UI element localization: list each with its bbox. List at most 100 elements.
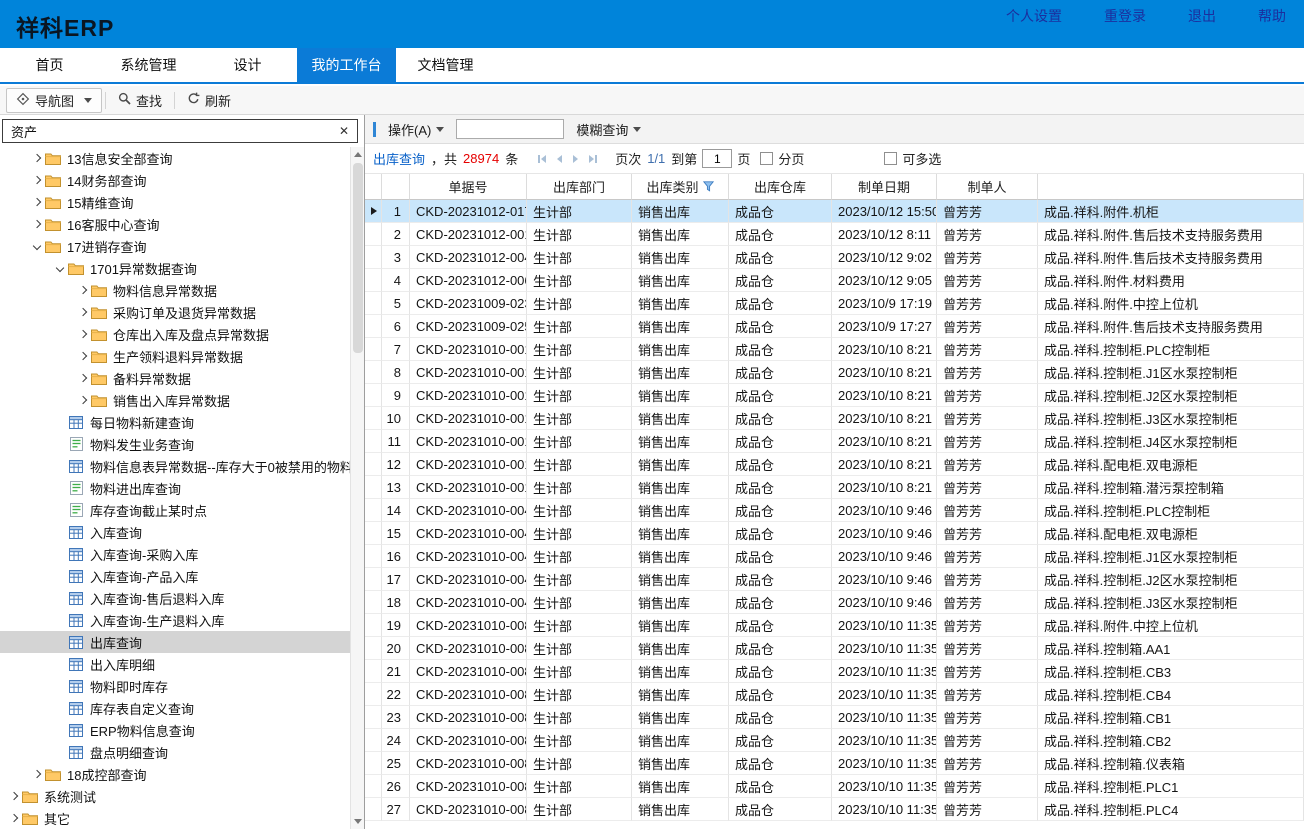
tree-item[interactable]: 盘点明细查询 xyxy=(0,741,350,763)
col-header-dept[interactable]: 出库部门 xyxy=(527,174,632,200)
table-row[interactable]: 21CKD-20231010-008生计部销售出库成品仓2023/10/10 1… xyxy=(365,660,1304,683)
tree-item[interactable]: ERP物料信息查询 xyxy=(0,719,350,741)
relogin-link[interactable]: 重登录 xyxy=(1104,6,1146,26)
tree-item[interactable]: 14财务部查询 xyxy=(0,169,350,191)
filter-icon[interactable] xyxy=(703,181,714,192)
table-row[interactable]: 1CKD-20231012-017生计部销售出库成品仓2023/10/12 15… xyxy=(365,200,1304,223)
tab-system-management[interactable]: 系统管理 xyxy=(99,48,198,82)
scrollbar-thumb[interactable] xyxy=(353,163,363,353)
tree-item[interactable]: 物料发生业务查询 xyxy=(0,433,350,455)
tree-item[interactable]: 出入库明细 xyxy=(0,653,350,675)
table-row[interactable]: 17CKD-20231010-004生计部销售出库成品仓2023/10/10 9… xyxy=(365,568,1304,591)
tree-item[interactable]: 入库查询 xyxy=(0,521,350,543)
personal-settings-link[interactable]: 个人设置 xyxy=(1006,6,1062,26)
find-button[interactable]: 查找 xyxy=(109,89,171,112)
sidebar-scrollbar[interactable] xyxy=(350,147,364,829)
first-page-button[interactable] xyxy=(538,155,546,163)
tree-item[interactable]: 入库查询-售后退料入库 xyxy=(0,587,350,609)
help-link[interactable]: 帮助 xyxy=(1258,6,1286,26)
chevron-right-icon[interactable] xyxy=(75,393,90,408)
table-row[interactable]: 14CKD-20231010-004生计部销售出库成品仓2023/10/10 9… xyxy=(365,499,1304,522)
chevron-right-icon[interactable] xyxy=(6,811,21,826)
clear-search-icon[interactable]: ✕ xyxy=(339,124,349,138)
chevron-right-icon[interactable] xyxy=(29,173,44,188)
chevron-down-icon[interactable] xyxy=(52,261,67,276)
tree-item[interactable]: 系统测试 xyxy=(0,785,350,807)
table-row[interactable]: 24CKD-20231010-008生计部销售出库成品仓2023/10/10 1… xyxy=(365,729,1304,752)
tree-item[interactable]: 仓库出入库及盘点异常数据 xyxy=(0,323,350,345)
table-row[interactable]: 19CKD-20231010-008生计部销售出库成品仓2023/10/10 1… xyxy=(365,614,1304,637)
tree-item[interactable]: 物料即时库存 xyxy=(0,675,350,697)
tab-my-workspace[interactable]: 我的工作台 xyxy=(297,48,396,82)
multiselect-checkbox[interactable] xyxy=(884,152,897,165)
table-row[interactable]: 22CKD-20231010-008生计部销售出库成品仓2023/10/10 1… xyxy=(365,683,1304,706)
refresh-button[interactable]: 刷新 xyxy=(178,89,240,112)
chevron-right-icon[interactable] xyxy=(29,195,44,210)
logout-link[interactable]: 退出 xyxy=(1188,6,1216,26)
paging-checkbox[interactable] xyxy=(760,152,773,165)
col-header-date[interactable]: 制单日期 xyxy=(832,174,937,200)
tree-item[interactable]: 13信息安全部查询 xyxy=(0,147,350,169)
table-row[interactable]: 2CKD-20231012-001生计部销售出库成品仓2023/10/12 8:… xyxy=(365,223,1304,246)
table-row[interactable]: 27CKD-20231010-008生计部销售出库成品仓2023/10/10 1… xyxy=(365,798,1304,821)
tab-home[interactable]: 首页 xyxy=(0,48,99,82)
tree-item[interactable]: 16客服中心查询 xyxy=(0,213,350,235)
fuzzy-query-dropdown[interactable]: 模糊查询 xyxy=(576,120,641,139)
action-menu-button[interactable]: 操作(A) xyxy=(388,120,444,139)
table-row[interactable]: 16CKD-20231010-004生计部销售出库成品仓2023/10/10 9… xyxy=(365,545,1304,568)
chevron-right-icon[interactable] xyxy=(75,371,90,386)
navigation-map-button[interactable]: 导航图 xyxy=(6,88,102,113)
table-row[interactable]: 26CKD-20231010-008生计部销售出库成品仓2023/10/10 1… xyxy=(365,775,1304,798)
tree-item[interactable]: 销售出入库异常数据 xyxy=(0,389,350,411)
tab-design[interactable]: 设计 xyxy=(198,48,297,82)
table-row[interactable]: 13CKD-20231010-001生计部销售出库成品仓2023/10/10 8… xyxy=(365,476,1304,499)
tree-item[interactable]: 其它 xyxy=(0,807,350,829)
table-row[interactable]: 15CKD-20231010-004生计部销售出库成品仓2023/10/10 9… xyxy=(365,522,1304,545)
quick-filter-input[interactable] xyxy=(456,119,564,139)
tree-item[interactable]: 入库查询-采购入库 xyxy=(0,543,350,565)
scroll-down-icon[interactable] xyxy=(354,819,362,824)
tree-item[interactable]: 18成控部查询 xyxy=(0,763,350,785)
chevron-down-icon[interactable] xyxy=(29,239,44,254)
table-row[interactable]: 7CKD-20231010-001生计部销售出库成品仓2023/10/10 8:… xyxy=(365,338,1304,361)
table-row[interactable]: 20CKD-20231010-008生计部销售出库成品仓2023/10/10 1… xyxy=(365,637,1304,660)
col-header-warehouse[interactable]: 出库仓库 xyxy=(729,174,832,200)
tree-item[interactable]: 物料进出库查询 xyxy=(0,477,350,499)
tab-document-management[interactable]: 文档管理 xyxy=(396,48,495,82)
table-row[interactable]: 10CKD-20231010-001生计部销售出库成品仓2023/10/10 8… xyxy=(365,407,1304,430)
tree-item[interactable]: 备料异常数据 xyxy=(0,367,350,389)
next-page-button[interactable] xyxy=(573,155,578,163)
multiselect-toggle[interactable]: 可多选 xyxy=(884,149,941,168)
chevron-right-icon[interactable] xyxy=(6,789,21,804)
table-row[interactable]: 11CKD-20231010-001生计部销售出库成品仓2023/10/10 8… xyxy=(365,430,1304,453)
col-header-category[interactable]: 出库类别 xyxy=(632,174,729,200)
tree-item[interactable]: 15精维查询 xyxy=(0,191,350,213)
table-row[interactable]: 12CKD-20231010-001生计部销售出库成品仓2023/10/10 8… xyxy=(365,453,1304,476)
tree-item[interactable]: 生产领料退料异常数据 xyxy=(0,345,350,367)
sidebar-search-box[interactable]: 资产 ✕ xyxy=(2,119,358,143)
tree-item[interactable]: 物料信息异常数据 xyxy=(0,279,350,301)
table-row[interactable]: 25CKD-20231010-008生计部销售出库成品仓2023/10/10 1… xyxy=(365,752,1304,775)
prev-page-button[interactable] xyxy=(557,155,562,163)
chevron-right-icon[interactable] xyxy=(75,327,90,342)
tree-item[interactable]: 1701异常数据查询 xyxy=(0,257,350,279)
table-row[interactable]: 18CKD-20231010-004生计部销售出库成品仓2023/10/10 9… xyxy=(365,591,1304,614)
table-row[interactable]: 9CKD-20231010-001生计部销售出库成品仓2023/10/10 8:… xyxy=(365,384,1304,407)
chevron-right-icon[interactable] xyxy=(29,767,44,782)
table-row[interactable]: 23CKD-20231010-008生计部销售出库成品仓2023/10/10 1… xyxy=(365,706,1304,729)
paging-toggle[interactable]: 分页 xyxy=(760,149,804,168)
table-row[interactable]: 8CKD-20231010-001生计部销售出库成品仓2023/10/10 8:… xyxy=(365,361,1304,384)
tree-item[interactable]: 入库查询-产品入库 xyxy=(0,565,350,587)
tree-item[interactable]: 库存查询截止某时点 xyxy=(0,499,350,521)
tree-item[interactable]: 每日物料新建查询 xyxy=(0,411,350,433)
chevron-right-icon[interactable] xyxy=(29,217,44,232)
tree-item[interactable]: 采购订单及退货异常数据 xyxy=(0,301,350,323)
tree-item[interactable]: 物料信息表异常数据--库存大于0被禁用的物料 xyxy=(0,455,350,477)
table-row[interactable]: 5CKD-20231009-023生计部销售出库成品仓2023/10/9 17:… xyxy=(365,292,1304,315)
tree-item[interactable]: 入库查询-生产退料入库 xyxy=(0,609,350,631)
chevron-right-icon[interactable] xyxy=(75,305,90,320)
chevron-right-icon[interactable] xyxy=(75,349,90,364)
tree-item[interactable]: 17进销存查询 xyxy=(0,235,350,257)
last-page-button[interactable] xyxy=(589,155,597,163)
tree-item[interactable]: 库存表自定义查询 xyxy=(0,697,350,719)
